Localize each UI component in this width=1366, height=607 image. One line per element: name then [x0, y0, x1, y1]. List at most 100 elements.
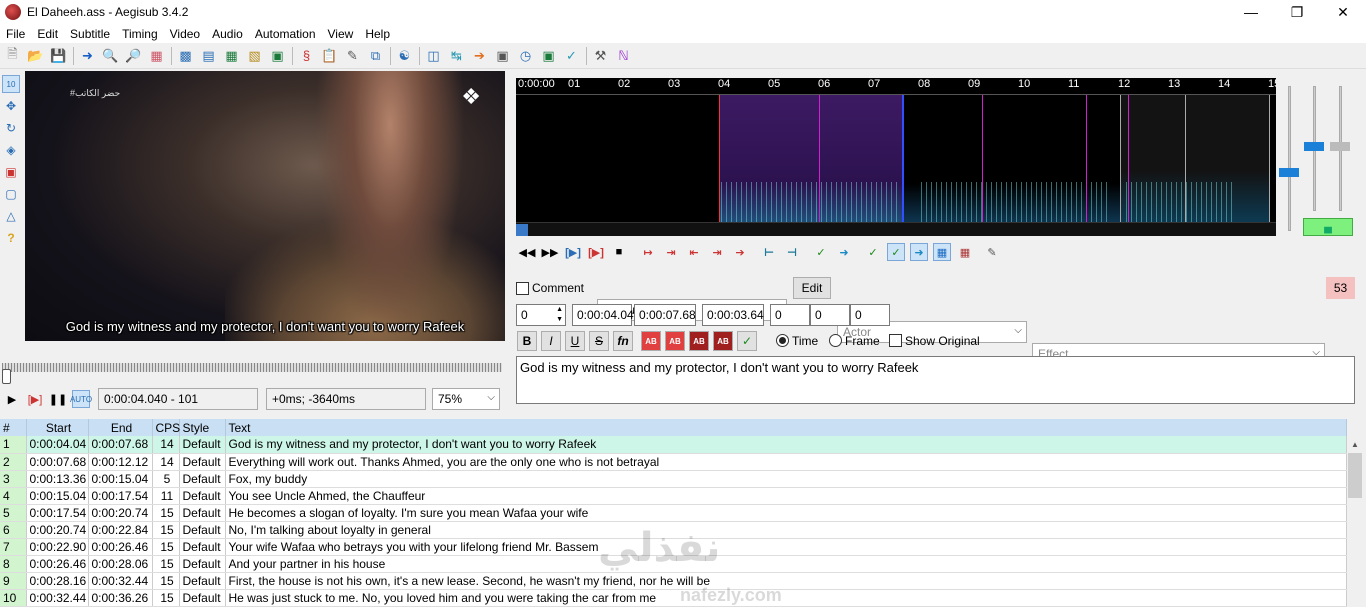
- styling-assistant-icon[interactable]: ✎: [343, 47, 362, 65]
- grid-header-number[interactable]: #: [0, 419, 27, 436]
- kanji-timer-icon[interactable]: ➔: [470, 47, 489, 65]
- menu-audio[interactable]: Audio: [206, 27, 249, 41]
- table-row[interactable]: 9 0:00:28.16 0:00:32.44 15 Default First, the…: [0, 572, 1347, 590]
- spectrum-mode-icon[interactable]: ▦: [933, 243, 951, 261]
- play-icon[interactable]: ▶: [3, 390, 21, 408]
- grid-scrollbar[interactable]: ▲: [1347, 436, 1363, 607]
- auto-scroll-icon[interactable]: AUTO: [70, 390, 92, 408]
- grid-header-text[interactable]: Text: [225, 419, 1347, 436]
- standard-tool-icon[interactable]: 10: [2, 75, 20, 93]
- spell-check-icon[interactable]: §: [297, 47, 316, 65]
- zoom-out-icon[interactable]: 🔎: [124, 47, 143, 65]
- play-after-icon[interactable]: ⇥: [708, 243, 726, 261]
- horizontal-zoom-thumb[interactable]: [1279, 168, 1299, 177]
- volume-thumb[interactable]: [1330, 142, 1350, 151]
- minimize-icon[interactable]: —: [1228, 0, 1274, 24]
- start-time-field[interactable]: 0:00:04.04: [572, 304, 634, 326]
- video-time-display[interactable]: 0:00:04.040 - 101: [98, 388, 258, 410]
- margin-right-field[interactable]: 0: [810, 304, 850, 326]
- menu-subtitle[interactable]: Subtitle: [64, 27, 116, 41]
- open-folder-icon[interactable]: 📂: [26, 47, 45, 65]
- styles-manager-icon[interactable]: ▩: [176, 47, 195, 65]
- go-to-icon[interactable]: ➜: [835, 243, 853, 261]
- audio-scrollbar[interactable]: [516, 222, 1276, 236]
- font-button[interactable]: fn: [613, 331, 633, 351]
- next-line-icon[interactable]: ▶▶: [541, 243, 559, 261]
- automation-icon[interactable]: ☯: [395, 47, 414, 65]
- play-to-end-icon[interactable]: ➔: [731, 243, 749, 261]
- play-selection-icon[interactable]: [▶]: [564, 243, 582, 261]
- table-row[interactable]: 1 0:00:04.04 0:00:07.68 14 Default God is my …: [0, 436, 1347, 454]
- zoom-select[interactable]: 75% ⌵: [432, 388, 500, 410]
- end-time-field[interactable]: 0:00:07.68: [634, 304, 696, 326]
- menu-file[interactable]: File: [0, 27, 31, 41]
- show-original-checkbox[interactable]: [889, 334, 902, 347]
- rotate-z-icon[interactable]: ↻: [2, 119, 20, 137]
- vertical-zoom-thumb[interactable]: [1304, 142, 1324, 151]
- play-after-start-icon[interactable]: ⇥: [662, 243, 680, 261]
- subtitle-text-editor[interactable]: God is my witness and my protector, I do…: [516, 356, 1355, 404]
- underline-button[interactable]: U: [565, 331, 585, 351]
- karaoke-mode-icon[interactable]: ✎: [983, 243, 1001, 261]
- commit-icon[interactable]: ✓: [812, 243, 830, 261]
- secondary-color-icon[interactable]: AB: [665, 331, 685, 351]
- play-line-icon[interactable]: [▶]: [26, 390, 44, 408]
- duration-field[interactable]: 0:00:03.64: [702, 304, 764, 326]
- shadow-color-icon[interactable]: AB: [713, 331, 733, 351]
- video-display[interactable]: #حضر الكاتب ❖ God is my witness and my p…: [25, 71, 505, 341]
- comment-checkbox[interactable]: [516, 282, 529, 295]
- margin-vertical-field[interactable]: 0: [850, 304, 890, 326]
- italic-button[interactable]: I: [541, 331, 561, 351]
- grid-header-start[interactable]: Start: [26, 419, 89, 436]
- menu-view[interactable]: View: [322, 27, 360, 41]
- selection-end-marker[interactable]: [902, 95, 904, 222]
- play-before-end-icon[interactable]: ⇤: [685, 243, 703, 261]
- layer-spinner[interactable]: 0 ▲ ▼: [516, 304, 566, 326]
- lead-in-icon[interactable]: ⊢: [760, 243, 778, 261]
- rotate-xy-icon[interactable]: ◈: [2, 141, 20, 159]
- new-file-icon[interactable]: 🗎: [3, 46, 22, 65]
- grid-scroll-thumb[interactable]: [1348, 453, 1362, 498]
- translation-assistant-icon[interactable]: 📋: [320, 47, 339, 65]
- margin-left-field[interactable]: 0: [770, 304, 810, 326]
- bold-button[interactable]: B: [517, 331, 537, 351]
- help-icon[interactable]: ?: [2, 229, 20, 247]
- vector-clip-icon[interactable]: △: [2, 207, 20, 225]
- table-row[interactable]: 3 0:00:13.36 0:00:15.04 5 Default Fox, my bud…: [0, 470, 1347, 488]
- primary-color-icon[interactable]: AB: [641, 331, 661, 351]
- selection-start-marker[interactable]: [719, 95, 720, 222]
- prev-line-icon[interactable]: ◀◀: [518, 243, 536, 261]
- karaoke-icon[interactable]: ▦: [956, 243, 974, 261]
- snap-icon[interactable]: ▣: [493, 47, 512, 65]
- auto-commit-icon[interactable]: ✓: [864, 243, 882, 261]
- menu-automation[interactable]: Automation: [249, 27, 322, 41]
- audio-waveform[interactable]: 0:00:00 01 02 03 04 05 06 07 08 09 10 11…: [516, 78, 1276, 236]
- resample-icon[interactable]: ▧: [245, 47, 264, 65]
- grid-header-cps[interactable]: CPS: [152, 419, 180, 436]
- table-row[interactable]: 10 0:00:32.44 0:00:36.26 15 Default He was ju…: [0, 589, 1347, 607]
- link-sliders-icon[interactable]: ▄: [1303, 218, 1353, 236]
- menu-edit[interactable]: Edit: [31, 27, 64, 41]
- zoom-in-icon[interactable]: 🔍: [101, 47, 120, 65]
- pause-icon[interactable]: ❚❚: [49, 390, 67, 408]
- audio-scroll-thumb[interactable]: [516, 224, 528, 236]
- horizontal-zoom-slider[interactable]: [1288, 86, 1291, 231]
- frame-radio[interactable]: [829, 334, 842, 347]
- auto-next-icon[interactable]: ✓: [887, 243, 905, 261]
- menu-video[interactable]: Video: [164, 27, 206, 41]
- seek-thumb[interactable]: [2, 369, 11, 384]
- table-row[interactable]: 2 0:00:07.68 0:00:12.12 14 Default Everything…: [0, 453, 1347, 471]
- menu-timing[interactable]: Timing: [116, 27, 164, 41]
- play-current-line-icon[interactable]: [▶]: [587, 243, 605, 261]
- shift-times-icon[interactable]: ◫: [424, 47, 443, 65]
- visual-typesetting-icon[interactable]: ▣: [539, 47, 558, 65]
- drag-tool-icon[interactable]: ✥: [2, 97, 20, 115]
- clock-icon[interactable]: ◷: [516, 47, 535, 65]
- fonts-collector-icon[interactable]: ▦: [222, 47, 241, 65]
- play-before-icon[interactable]: ↦: [639, 243, 657, 261]
- spinner-arrows-icon[interactable]: ▲ ▼: [556, 305, 563, 325]
- maximize-icon[interactable]: ❐: [1274, 0, 1320, 24]
- scale-icon[interactable]: ▣: [2, 163, 20, 181]
- edit-style-button[interactable]: Edit: [793, 277, 831, 299]
- save-icon[interactable]: 💾: [49, 47, 68, 65]
